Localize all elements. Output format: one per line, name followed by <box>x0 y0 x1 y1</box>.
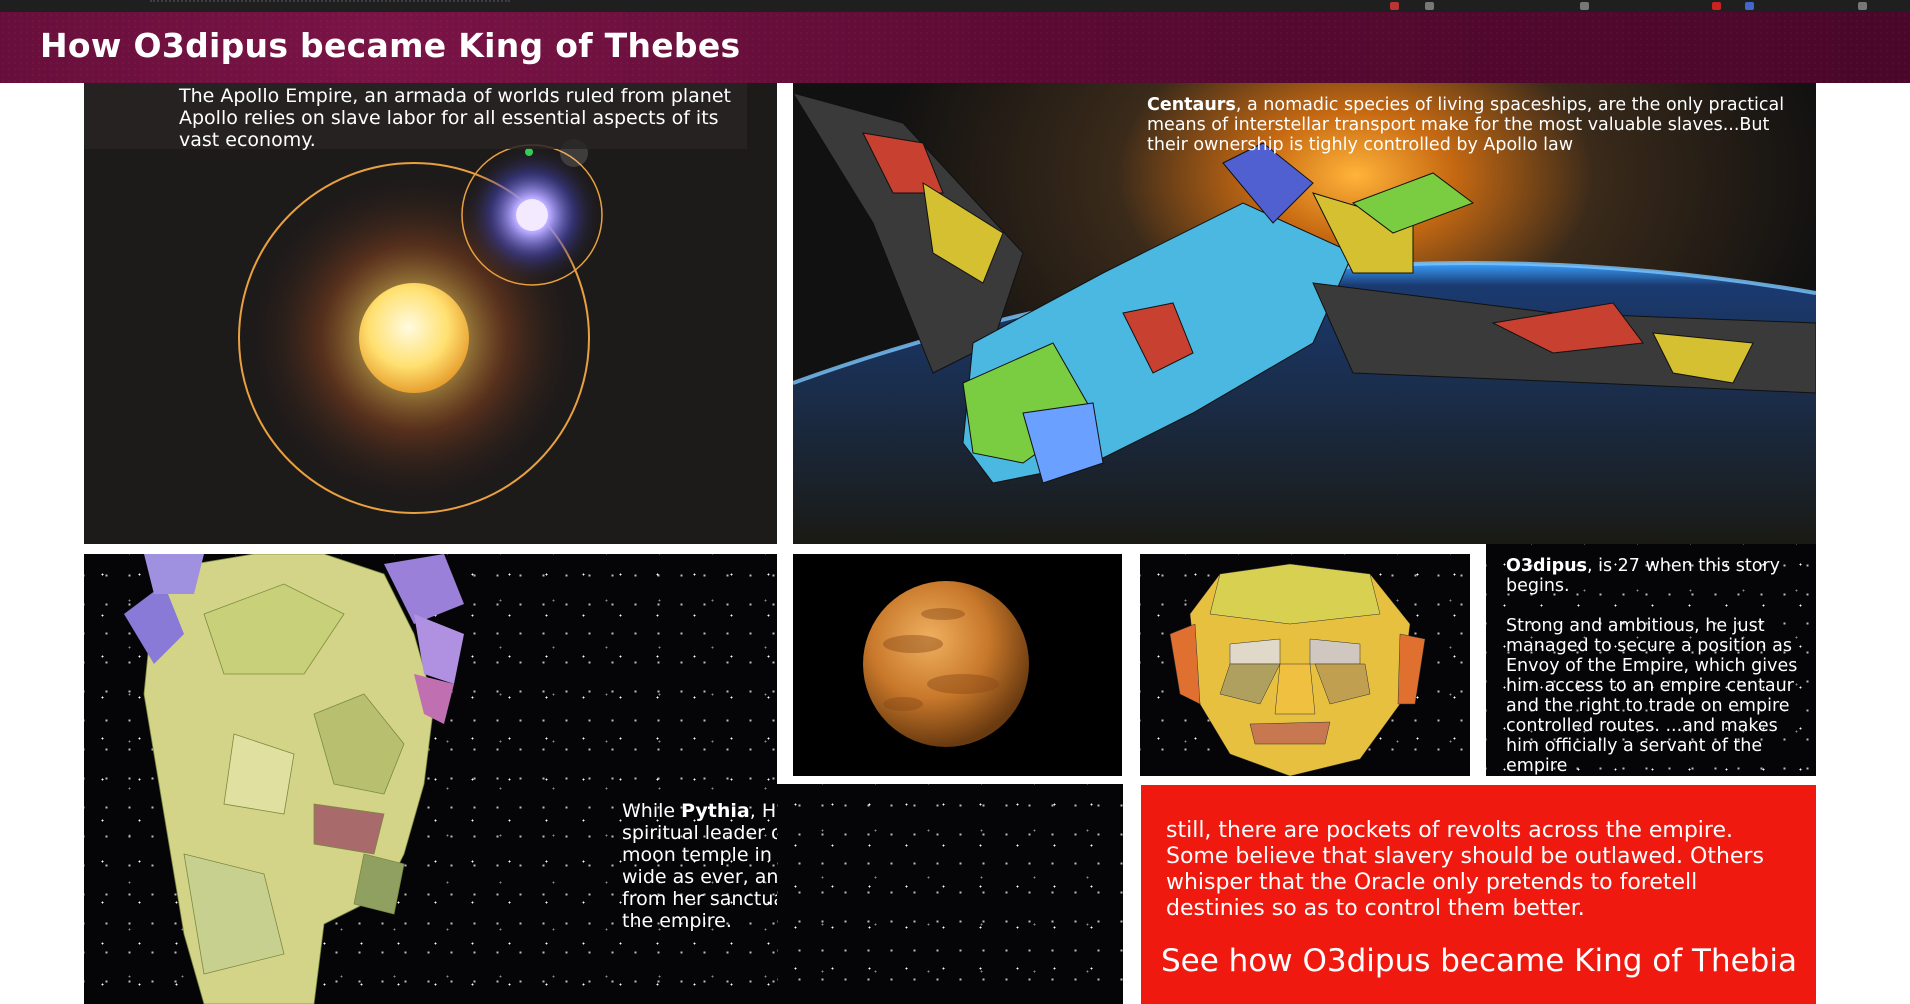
oedipus-portrait-panel <box>1140 554 1470 776</box>
oedipus-highlight: O3dipus <box>1506 556 1587 576</box>
browser-toolbar <box>0 0 1910 12</box>
oedipus-portrait-illustration <box>1169 563 1426 776</box>
pythia-caption: While Pythia, High Priestess of Apollo, … <box>622 800 777 932</box>
revolt-panel: still, there are pockets of revolts acro… <box>1141 785 1816 1004</box>
pythia-highlight: Pythia <box>681 800 750 822</box>
solar-system-panel: The Apollo Empire, an armada of worlds r… <box>84 83 777 544</box>
revolt-caption: still, there are pockets of revolts acro… <box>1166 818 1764 921</box>
extension-icon[interactable] <box>1858 2 1867 10</box>
extension-icon[interactable] <box>1425 2 1434 10</box>
pythia-head-illustration <box>124 554 464 1004</box>
extension-icon[interactable] <box>1745 2 1754 10</box>
oedipus-paragraph: Strong and ambitious, he just managed to… <box>1506 616 1798 776</box>
solar-system-illustration <box>238 139 603 514</box>
planet-illustration <box>863 581 1029 747</box>
extension-icon[interactable] <box>1580 2 1589 10</box>
address-bar[interactable] <box>150 0 510 12</box>
centaurs-caption: Centaurs, a nomadic species of living sp… <box>1147 95 1785 155</box>
centaurs-highlight: Centaurs <box>1147 95 1236 115</box>
pythia-panel: While Pythia, High Priestess of Apollo, … <box>84 554 777 1004</box>
extension-icon[interactable] <box>1712 2 1721 10</box>
oedipus-text-panel: O3dipus, is 27 when this story begins. S… <box>1486 544 1816 776</box>
planet-panel <box>793 554 1122 776</box>
site-header: How O3dipus became King of Thebes <box>0 12 1910 83</box>
centaur-ship-panel: Centaurs, a nomadic species of living sp… <box>793 83 1816 544</box>
pythia-panel-extension <box>777 784 1123 1004</box>
see-story-link[interactable]: See how O3dipus became King of Thebia <box>1161 943 1797 979</box>
empire-caption: The Apollo Empire, an armada of worlds r… <box>179 85 731 151</box>
oedipus-caption: O3dipus, is 27 when this story begins. S… <box>1506 556 1811 776</box>
page-title: How O3dipus became King of Thebes <box>40 26 741 65</box>
extension-icon[interactable] <box>1390 2 1399 10</box>
